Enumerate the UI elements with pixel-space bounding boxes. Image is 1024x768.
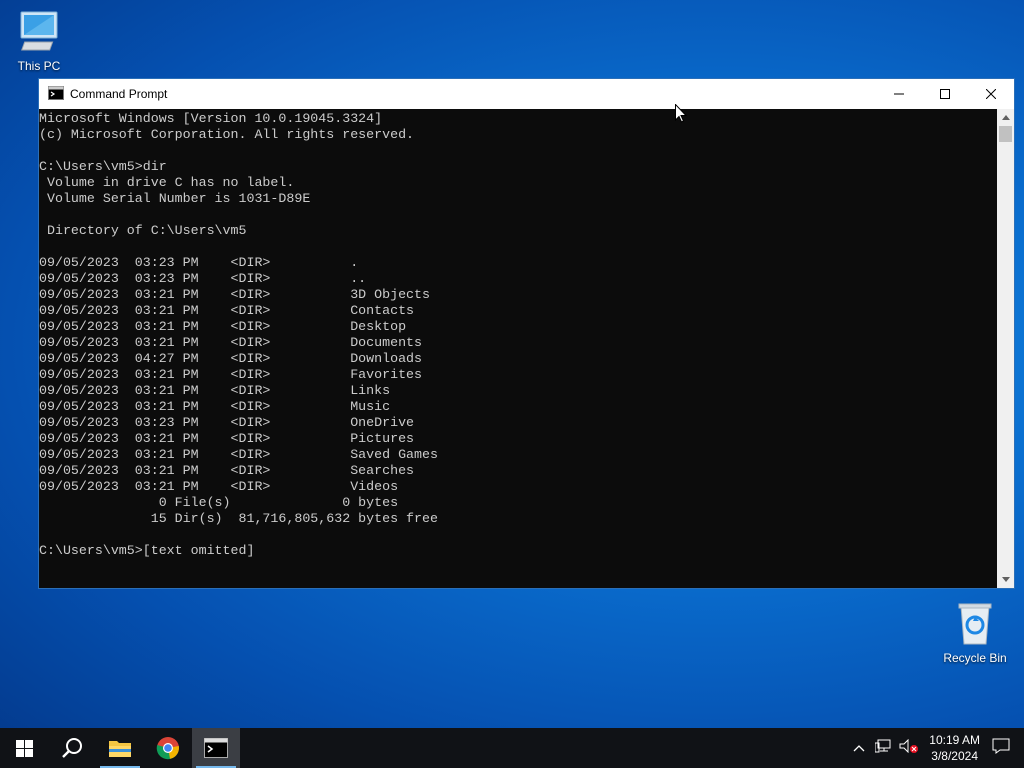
show-hidden-icons-chevron-up-icon[interactable] (853, 739, 865, 757)
clock-date: 3/8/2024 (931, 749, 978, 763)
maximize-icon (940, 89, 950, 99)
console-line: 09/05/2023 03:21 PM <DIR> Favorites (39, 367, 423, 382)
computer-icon (15, 8, 63, 56)
console-line: 09/05/2023 03:21 PM <DIR> Searches (39, 463, 415, 478)
console-line: 09/05/2023 03:21 PM <DIR> Saved Games (39, 447, 438, 462)
system-tray: 10:19 AM 3/8/2024 (853, 728, 1024, 768)
minimize-button[interactable] (876, 79, 922, 109)
vertical-scrollbar[interactable] (997, 109, 1014, 588)
console-output[interactable]: Microsoft Windows [Version 10.0.19045.33… (39, 109, 999, 590)
network-icon[interactable] (874, 739, 891, 758)
close-icon (986, 89, 996, 99)
this-pc-label: This PC (17, 59, 61, 73)
console-line: C:\Users\vm5>[text omitted] (39, 543, 255, 558)
recycle-bin-icon (951, 600, 999, 648)
console-line: 0 File(s) 0 bytes (39, 495, 399, 510)
taskbar: 10:19 AM 3/8/2024 (0, 728, 1024, 768)
console-line: C:\Users\vm5>dir (39, 159, 167, 174)
folder-icon (109, 741, 131, 757)
taskbar-file-explorer[interactable] (96, 728, 144, 768)
console-line: (c) Microsoft Corporation. All rights re… (39, 127, 415, 142)
minimize-icon (894, 93, 904, 95)
console-line: 09/05/2023 03:21 PM <DIR> Pictures (39, 431, 415, 446)
windows-logo-icon (15, 739, 33, 757)
recycle-bin-desktop-icon[interactable]: Recycle Bin (936, 600, 1014, 665)
console-line: 15 Dir(s) 81,716,805,632 bytes free (39, 511, 438, 526)
mouse-cursor-icon (675, 103, 688, 128)
console-line: 09/05/2023 03:21 PM <DIR> Music (39, 399, 391, 414)
console-line: Volume in drive C has no label. (39, 175, 295, 190)
search-button[interactable] (48, 728, 96, 768)
maximize-button[interactable] (922, 79, 968, 109)
this-pc-desktop-icon[interactable]: This PC (0, 8, 78, 73)
console-line: 09/05/2023 03:21 PM <DIR> Links (39, 383, 391, 398)
clock[interactable]: 10:19 AM 3/8/2024 (929, 732, 980, 764)
search-icon (62, 738, 82, 758)
command-prompt-icon (204, 738, 228, 758)
notification-center-icon[interactable] (992, 738, 1010, 759)
scrollbar-thumb[interactable] (999, 126, 1012, 142)
volume-muted-icon[interactable] (899, 738, 919, 758)
console-line: Volume Serial Number is 1031-D89E (39, 191, 311, 206)
console-line: 09/05/2023 03:21 PM <DIR> Desktop (39, 319, 407, 334)
console-line: 09/05/2023 03:21 PM <DIR> 3D Objects (39, 287, 430, 302)
console-line: 09/05/2023 04:27 PM <DIR> Downloads (39, 351, 423, 366)
command-prompt-window[interactable]: Command Prompt Microsoft Windows [Versio… (38, 78, 1015, 589)
console-line: 09/05/2023 03:23 PM <DIR> . (39, 255, 359, 270)
console-line: 09/05/2023 03:23 PM <DIR> .. (39, 271, 367, 286)
taskbar-command-prompt[interactable] (192, 728, 240, 768)
window-title: Command Prompt (70, 87, 168, 101)
console-line: 09/05/2023 03:21 PM <DIR> Videos (39, 479, 399, 494)
close-button[interactable] (968, 79, 1014, 109)
title-bar[interactable]: Command Prompt (39, 79, 1014, 109)
console-line: 09/05/2023 03:21 PM <DIR> Documents (39, 335, 423, 350)
scroll-up-arrow-icon[interactable] (997, 109, 1014, 126)
recycle-bin-label: Recycle Bin (943, 651, 1007, 665)
command-prompt-icon (48, 85, 64, 103)
taskbar-chrome[interactable] (144, 728, 192, 768)
console-line: 09/05/2023 03:23 PM <DIR> OneDrive (39, 415, 415, 430)
console-line: 09/05/2023 03:21 PM <DIR> Contacts (39, 303, 415, 318)
console-line: Directory of C:\Users\vm5 (39, 223, 247, 238)
console-line: Microsoft Windows [Version 10.0.19045.33… (39, 111, 383, 126)
scroll-down-arrow-icon[interactable] (997, 571, 1014, 588)
clock-time: 10:19 AM (929, 733, 980, 747)
chrome-icon (156, 737, 179, 760)
start-button[interactable] (0, 728, 48, 768)
